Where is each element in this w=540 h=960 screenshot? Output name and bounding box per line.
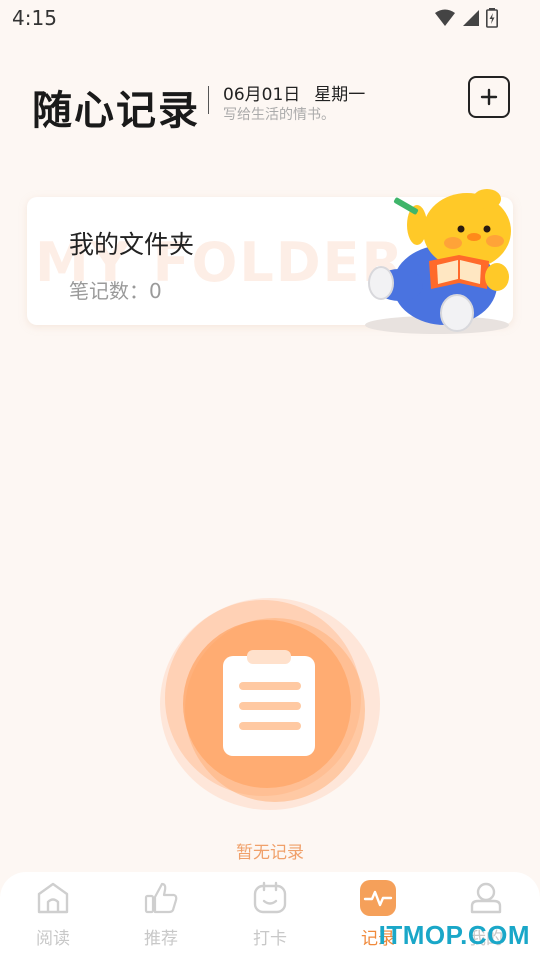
- plus-icon: [480, 88, 498, 106]
- nav-label-checkin: 打卡: [253, 929, 287, 949]
- nav-item-recommend[interactable]: 推荐: [126, 880, 196, 956]
- empty-state-text: 暂无记录: [236, 843, 304, 863]
- battery-icon: [486, 8, 498, 28]
- nav-label-recommend: 推荐: [144, 929, 178, 949]
- thumbs-up-icon: [144, 882, 178, 914]
- app-title: 随心记录: [32, 88, 200, 134]
- nav-label-read: 阅读: [36, 929, 70, 949]
- header-divider: [208, 86, 209, 114]
- brand-watermark: ITMOP.COM: [378, 920, 530, 950]
- folder-card[interactable]: MY FOLDER 我的文件夹 笔记数：0: [27, 189, 513, 334]
- header-subtitle: 写给生活的情书。: [223, 107, 335, 123]
- status-time: 4:15: [12, 6, 57, 30]
- user-icon: [470, 882, 502, 914]
- nav-item-read[interactable]: 阅读: [18, 880, 88, 956]
- empty-clipboard-illustration: [160, 598, 380, 810]
- pulse-icon: [360, 880, 396, 916]
- add-button[interactable]: [468, 76, 510, 118]
- clipboard-icon: [223, 650, 315, 756]
- status-icons: [434, 8, 498, 28]
- duck-mascot-illustration: [365, 189, 511, 334]
- folder-title: 我的文件夹: [69, 230, 195, 259]
- checkin-icon: [253, 881, 287, 914]
- header: 随心记录 06月01日 星期一 写给生活的情书。: [32, 76, 510, 134]
- nav-item-checkin[interactable]: 打卡: [235, 880, 305, 956]
- signal-icon: [463, 10, 479, 26]
- date-text: 06月01日: [223, 85, 301, 105]
- home-icon: [37, 882, 69, 914]
- status-bar: 4:15: [0, 0, 540, 36]
- folder-note-count: 笔记数：0: [69, 279, 162, 303]
- wifi-icon: [435, 9, 455, 26]
- weekday-text: 星期一: [314, 85, 366, 105]
- header-date: 06月01日 星期一: [223, 80, 365, 105]
